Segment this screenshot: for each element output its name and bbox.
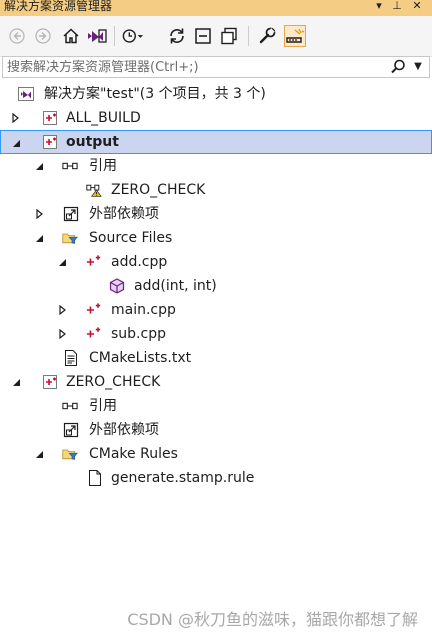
home-icon <box>63 28 79 44</box>
tree-item-references[interactable]: 引用 <box>0 394 432 418</box>
tree-item-cmake-rules[interactable]: CMake Rules <box>0 442 432 466</box>
cmake-project-icon <box>42 134 58 150</box>
collapse-all-button[interactable] <box>192 25 214 47</box>
tree-item-cmakelists[interactable]: CMakeLists.txt <box>0 346 432 370</box>
cmake-project-icon <box>42 374 58 390</box>
home-button[interactable] <box>60 25 82 47</box>
toolbar-separator <box>248 26 249 46</box>
file-icon <box>87 470 103 486</box>
show-all-files-icon <box>221 27 237 45</box>
solution-icon <box>18 86 34 102</box>
cmake-project-icon <box>42 110 58 126</box>
switch-views-button[interactable] <box>86 25 108 47</box>
text-file-icon <box>63 350 79 366</box>
tree-item-label: sub.cpp <box>111 326 166 342</box>
collapse-arrow-icon[interactable] <box>56 250 68 274</box>
expand-arrow-icon[interactable] <box>57 298 69 322</box>
tree-item-zero-check-reference[interactable]: ZERO_CHECK <box>0 178 432 202</box>
cpp-file-icon <box>86 302 102 318</box>
references-icon <box>62 398 78 414</box>
cpp-file-icon <box>86 326 102 342</box>
tree-item-label: 引用 <box>89 158 117 174</box>
tree-item-source-files[interactable]: Source Files <box>0 226 432 250</box>
watermark: CSDN @秋刀鱼的滋味，猫跟你都想了解 <box>127 610 418 629</box>
close-button[interactable]: ✕ <box>410 0 424 14</box>
show-all-files-button[interactable] <box>218 25 240 47</box>
tree-item-label: 外部依赖项 <box>89 422 159 438</box>
method-icon <box>109 278 125 294</box>
expand-arrow-icon[interactable] <box>10 106 22 130</box>
properties-button[interactable] <box>256 25 278 47</box>
tree-item-add-cpp[interactable]: add.cpp <box>0 250 432 274</box>
tree-item-label: CMake Rules <box>89 446 178 462</box>
switch-views-icon <box>88 29 107 43</box>
search-icon[interactable] <box>389 58 407 76</box>
preview-selected-items-button[interactable] <box>284 25 306 47</box>
tree-item-label: 引用 <box>89 398 117 414</box>
filter-folder-icon <box>62 230 78 246</box>
tree-item-add-function[interactable]: add(int, int) <box>0 274 432 298</box>
tree-item-label: CMakeLists.txt <box>89 350 192 366</box>
external-dependencies-icon <box>63 206 79 222</box>
pending-changes-filter-icon <box>122 29 144 43</box>
tree-item-label: add(int, int) <box>134 278 217 294</box>
sync-icon <box>170 28 184 44</box>
tree-item-solution[interactable]: 解决方案"test"(3 个项目，共 3 个) <box>0 82 432 106</box>
collapse-arrow-icon[interactable] <box>33 226 45 250</box>
collapse-arrow-icon[interactable] <box>10 131 22 155</box>
pin-button[interactable]: ⊥ <box>390 0 404 14</box>
filter-folder-icon <box>62 446 78 462</box>
tree-item-label: generate.stamp.rule <box>111 470 255 486</box>
tree-item-references[interactable]: 引用 <box>0 154 432 178</box>
tree-item-label: Source Files <box>89 230 173 246</box>
forward-button[interactable] <box>32 25 54 47</box>
search-box: ▼ <box>2 56 430 78</box>
reference-warning-icon <box>86 182 102 198</box>
title-bar: 解决方案资源管理器 ▾ ⊥ ✕ <box>0 0 432 16</box>
cpp-file-icon <box>86 254 102 270</box>
tree-item-label: ZERO_CHECK <box>66 374 161 390</box>
tree-item-output[interactable]: output <box>0 130 432 154</box>
expand-arrow-icon[interactable] <box>34 202 46 226</box>
window-menu-button[interactable]: ▾ <box>372 0 386 14</box>
tree-item-label: main.cpp <box>111 302 176 318</box>
collapse-all-icon <box>195 28 211 44</box>
tree-item-external-dependencies[interactable]: 外部依赖项 <box>0 202 432 226</box>
tree-item-sub-cpp[interactable]: sub.cpp <box>0 322 432 346</box>
back-button[interactable] <box>6 25 28 47</box>
tree-item-label: output <box>66 134 119 150</box>
toolbar-separator <box>114 26 115 46</box>
back-icon <box>9 28 25 44</box>
search-options-chevron-down-icon[interactable]: ▼ <box>411 58 425 76</box>
sync-button[interactable] <box>166 25 188 47</box>
external-dependencies-icon <box>63 422 79 438</box>
expand-arrow-icon[interactable] <box>57 322 69 346</box>
tree-item-all-build[interactable]: ALL_BUILD <box>0 106 432 130</box>
pending-changes-filter-button[interactable] <box>122 25 144 47</box>
tree-item-zero-check[interactable]: ZERO_CHECK <box>0 370 432 394</box>
references-icon <box>62 158 78 174</box>
tree-item-label: ZERO_CHECK <box>111 182 206 198</box>
tree-item-generate-stamp-rule[interactable]: generate.stamp.rule <box>0 466 432 490</box>
collapse-arrow-icon[interactable] <box>33 154 45 178</box>
forward-icon <box>35 28 51 44</box>
window-title: 解决方案资源管理器 <box>4 0 113 13</box>
search-input[interactable] <box>3 57 397 77</box>
preview-selected-icon <box>286 28 305 43</box>
tree-item-label: 外部依赖项 <box>89 206 159 222</box>
collapse-arrow-icon[interactable] <box>33 442 45 466</box>
properties-icon <box>259 27 276 44</box>
tree-item-label: 解决方案"test"(3 个项目，共 3 个) <box>44 86 266 102</box>
tree-item-main-cpp[interactable]: main.cpp <box>0 298 432 322</box>
collapse-arrow-icon[interactable] <box>10 370 22 394</box>
toolbar <box>0 16 432 57</box>
tree-item-external-dependencies[interactable]: 外部依赖项 <box>0 418 432 442</box>
tree-item-label: add.cpp <box>111 254 168 270</box>
tree-item-label: ALL_BUILD <box>66 110 141 126</box>
